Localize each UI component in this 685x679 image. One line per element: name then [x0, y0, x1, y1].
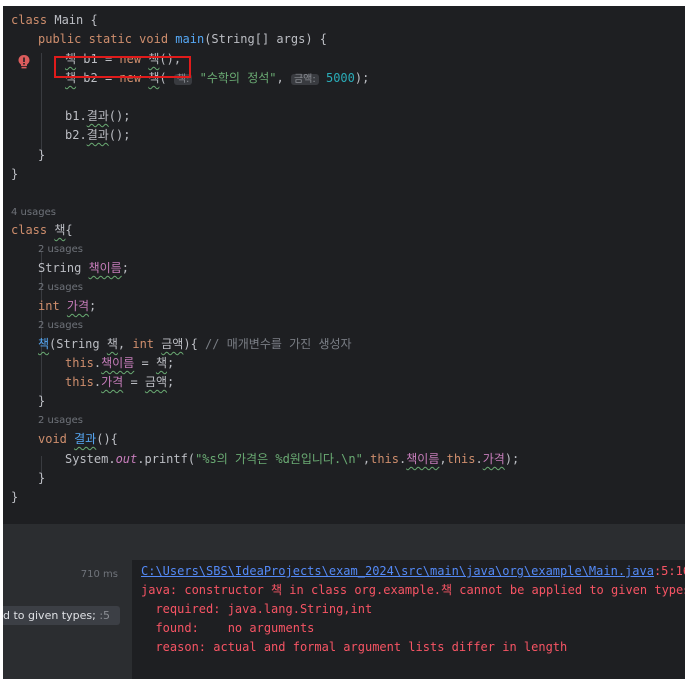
- code-line: }: [38, 471, 46, 485]
- code-line: }: [38, 148, 46, 162]
- code-line: this.가격 = 금액;: [65, 375, 175, 389]
- error-reason: reason: actual and formal argument lists…: [141, 640, 568, 654]
- tool-window-header: [3, 524, 685, 560]
- code-line: public static void main(String[] args) {: [38, 32, 328, 46]
- run-tree-panel[interactable]: 710 ms d to given types; :5: [3, 560, 132, 679]
- code-line: }: [38, 394, 46, 408]
- error-bulb-icon[interactable]: [17, 54, 31, 70]
- error-message: java: constructor 책 in class org.example…: [141, 583, 685, 597]
- usages-hint[interactable]: 2 usages: [38, 318, 83, 334]
- code-line: class 책{: [11, 223, 73, 237]
- source-file-link[interactable]: C:\Users\SBS\IdeaProjects\exam_2024\src\…: [141, 564, 654, 578]
- code-line: void 결과(){: [38, 432, 118, 446]
- code-line: 책(String 책, int 금액){ // 매개변수를 가진 생성자: [38, 337, 352, 351]
- usages-hint[interactable]: 4 usages: [11, 205, 56, 221]
- code-line: this.책이름 = 책;: [65, 356, 175, 370]
- error-location: C:\Users\SBS\IdeaProjects\exam_2024\src\…: [141, 564, 685, 578]
- code-line: int 가격;: [38, 299, 97, 313]
- indent-guide: [41, 53, 42, 157]
- code-editor[interactable]: class Main { public static void main(Str…: [3, 6, 685, 524]
- run-duration: 710 ms: [80, 569, 118, 580]
- code-line: }: [11, 167, 19, 181]
- parameter-hint: 금액:: [290, 74, 319, 85]
- code-line: class Main {: [11, 13, 98, 27]
- error-found: found: no arguments: [141, 621, 315, 635]
- code-line: }: [11, 490, 19, 504]
- usages-hint[interactable]: 2 usages: [38, 242, 83, 258]
- usages-hint[interactable]: 2 usages: [38, 280, 83, 296]
- code-line: String 책이름;: [38, 261, 129, 275]
- usages-hint[interactable]: 2 usages: [38, 413, 83, 429]
- error-required: required: java.lang.String,int: [141, 602, 373, 616]
- code-line: b2.결과();: [65, 128, 131, 142]
- run-tree-error-item[interactable]: d to given types; :5: [3, 606, 120, 625]
- build-output-console[interactable]: C:\Users\SBS\IdeaProjects\exam_2024\src\…: [132, 560, 685, 679]
- code-line: b1.결과();: [65, 109, 131, 123]
- code-line: System.out.printf("%s의 가격은 %d원입니다.\n",th…: [65, 452, 520, 466]
- highlight-box: [54, 56, 191, 78]
